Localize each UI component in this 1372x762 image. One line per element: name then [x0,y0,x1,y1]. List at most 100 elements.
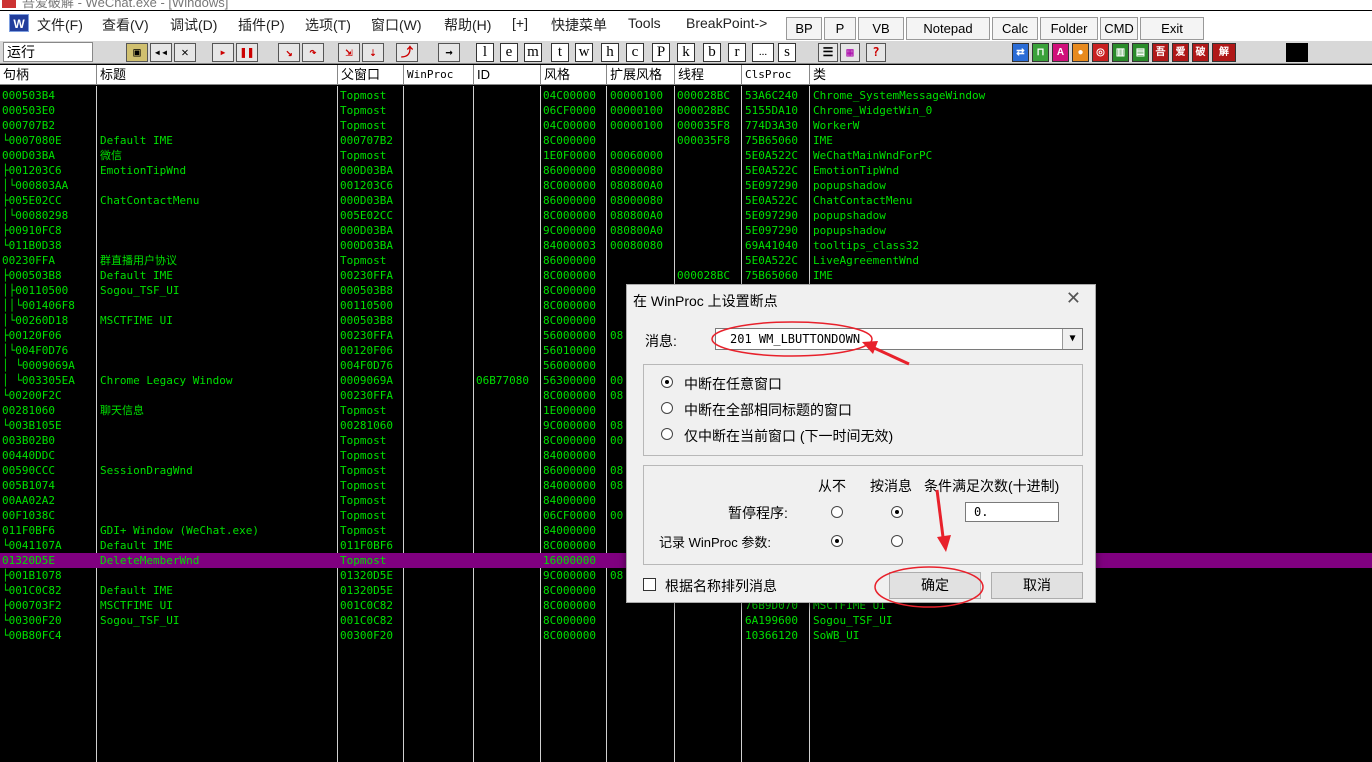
plugin5-icon[interactable]: ▤ [1132,43,1149,62]
col-title[interactable]: 标题 [97,65,338,84]
app-menu-icon[interactable]: W [9,14,29,32]
toolbar-h[interactable]: h [601,43,619,62]
target-icon[interactable]: ◎ [1092,43,1109,62]
plugin4-icon[interactable]: ▥ [1112,43,1129,62]
col-handle[interactable]: 句柄 [0,65,97,84]
table-row[interactable]: └00300F20 Sogou_TSF_UI 001C0C82 8C000000 6A1… [0,613,1372,628]
col-parent[interactable]: 父窗口 [338,65,404,84]
log-by-msg-radio[interactable] [891,535,903,547]
sort-checkbox[interactable] [643,578,656,591]
col-exstyle[interactable]: 扩展风格 [607,65,675,84]
goto-icon[interactable]: → [438,43,460,62]
scope-same-title-label[interactable]: 中断在全部相同标题的窗口 [684,400,852,420]
pause-never-radio[interactable] [831,506,843,518]
menu-file[interactable]: 文件(F) [37,15,83,35]
table-row[interactable]: └0007080E Default IME 000707B2 8C000000 0000… [0,133,1372,148]
table-row[interactable]: ├001203C6 EmotionTipWnd 000D03BA 86000000 08… [0,163,1372,178]
wu-button[interactable]: 吾 [1152,43,1169,62]
table-row[interactable]: 000503E0 Topmost 06CF0000 00000100 000028BC 5… [0,103,1372,118]
menu-window[interactable]: 窗口(W) [371,15,422,35]
po-button[interactable]: 破 [1192,43,1209,62]
toolbar-s[interactable]: s [778,43,796,62]
table-row[interactable]: ├000503B8 Default IME 00230FFA 8C000000 0000… [0,268,1372,283]
sort-label[interactable]: 根据名称排列消息 [665,576,777,596]
menu-shortcuts[interactable]: 快捷菜单 [551,15,607,35]
execute-till-return-icon[interactable]: ⤴ [396,43,418,62]
notepad-button[interactable]: Notepad [906,17,990,40]
chevron-down-icon[interactable]: ▼ [1062,329,1082,349]
help-icon[interactable]: ? [866,43,886,62]
pause-by-msg-radio[interactable] [891,506,903,518]
calc-button[interactable]: Calc [992,17,1038,40]
folder-button[interactable]: Folder [1040,17,1098,40]
count-input[interactable]: 0. [965,502,1059,522]
table-row[interactable]: └011B0D38 000D03BA 84000003 00080080 69A4104… [0,238,1372,253]
list-icon[interactable]: ☰ [818,43,838,62]
toolbar-r[interactable]: r [728,43,746,62]
toolbar-t[interactable]: t [551,43,569,62]
cancel-button[interactable]: 取消 [991,572,1083,599]
close-icon[interactable]: ✕ [174,43,196,62]
menu-debug[interactable]: 调试(D) [170,15,217,35]
col-id[interactable]: ID [474,65,541,84]
col-winproc[interactable]: WinProc [404,65,474,84]
toolbar-b[interactable]: b [703,43,721,62]
toolbar-l[interactable]: l [476,43,494,62]
toolbar-c[interactable]: c [626,43,644,62]
bp-button[interactable]: BP [786,17,822,40]
table-row[interactable]: ├005E02CC ChatContactMenu 000D03BA 86000000… [0,193,1372,208]
col-class[interactable]: 类 [810,65,1372,84]
step-into-icon[interactable]: ↘ [278,43,300,62]
menu-view[interactable]: 查看(V) [102,15,149,35]
toolbar-w[interactable]: w [575,43,593,62]
scope-any-label[interactable]: 中断在任意窗口 [684,374,782,394]
toolbar-P[interactable]: P [652,43,670,62]
scope-current-label[interactable]: 仅中断在当前窗口 (下一时间无效) [684,426,893,446]
close-icon[interactable]: ✕ [1066,288,1081,309]
cmd-button[interactable]: CMD [1100,17,1138,40]
restart-icon[interactable]: ◂◂ [150,43,172,62]
menu-tools[interactable]: Tools [628,15,661,31]
table-row[interactable]: 000707B2 Topmost 04C00000 00000100 000035F8 7… [0,118,1372,133]
message-select[interactable]: 201 WM_LBUTTONDOWN ▼ [715,328,1083,350]
vb-button[interactable]: VB [858,17,904,40]
trace-over-icon[interactable]: ⇣ [362,43,384,62]
scope-same-title-radio[interactable] [661,402,673,414]
pause-icon[interactable]: ❚❚ [236,43,258,62]
p-button[interactable]: P [824,17,856,40]
run-icon[interactable]: ▸ [212,43,234,62]
table-row[interactable]: 000503B4 Topmost 04C00000 00000100 000028BC 5… [0,88,1372,103]
menu-breakpoint[interactable]: BreakPoint-> [686,15,767,31]
step-over-icon[interactable]: ↷ [302,43,324,62]
toolbar-k[interactable]: k [677,43,695,62]
scope-current-radio[interactable] [661,428,673,440]
open-icon[interactable]: ▣ [126,43,148,62]
table-row[interactable]: │└00080298 005E02CC 8C000000 080800A0 5E0972… [0,208,1372,223]
menu-plus[interactable]: [+] [512,15,528,31]
ok-button[interactable]: 确定 [889,572,981,599]
table-row[interactable]: └00B80FC4 00300F20 8C000000 10366120 SoWB_UI [0,628,1372,643]
menu-help[interactable]: 帮助(H) [444,15,491,35]
col-style[interactable]: 风格 [541,65,607,84]
plugin1-icon[interactable]: ⊓ [1032,43,1049,62]
toolbar-more[interactable]: ... [752,43,774,62]
menu-plugins[interactable]: 插件(P) [238,15,285,35]
exit-button[interactable]: Exit [1140,17,1204,40]
jie-button[interactable]: 解 [1212,43,1236,62]
log-never-radio[interactable] [831,535,843,547]
plugin3-icon[interactable]: ● [1072,43,1089,62]
ai-button[interactable]: 爱 [1172,43,1189,62]
table-row[interactable]: ├00910FC8 000D03BA 9C000000 080800A0 5E09729… [0,223,1372,238]
trace-into-icon[interactable]: ⇲ [338,43,360,62]
grid-icon[interactable]: ▦ [840,43,860,62]
toolbar-m[interactable]: m [524,43,542,62]
toolbar-e[interactable]: e [500,43,518,62]
table-row[interactable]: 00230FFA 群直播用户协议 Topmost 86000000 5E0A522C Li… [0,253,1372,268]
menu-options[interactable]: 选项(T) [305,15,351,35]
scope-any-radio[interactable] [661,376,673,388]
table-row[interactable]: 000D03BA 微信 Topmost 1E0F0000 00060000 5E0A522… [0,148,1372,163]
col-clsproc[interactable]: ClsProc [742,65,810,84]
refresh-icon[interactable]: ⇄ [1012,43,1029,62]
col-thread[interactable]: 线程 [675,65,742,84]
plugin2-icon[interactable]: A [1052,43,1069,62]
